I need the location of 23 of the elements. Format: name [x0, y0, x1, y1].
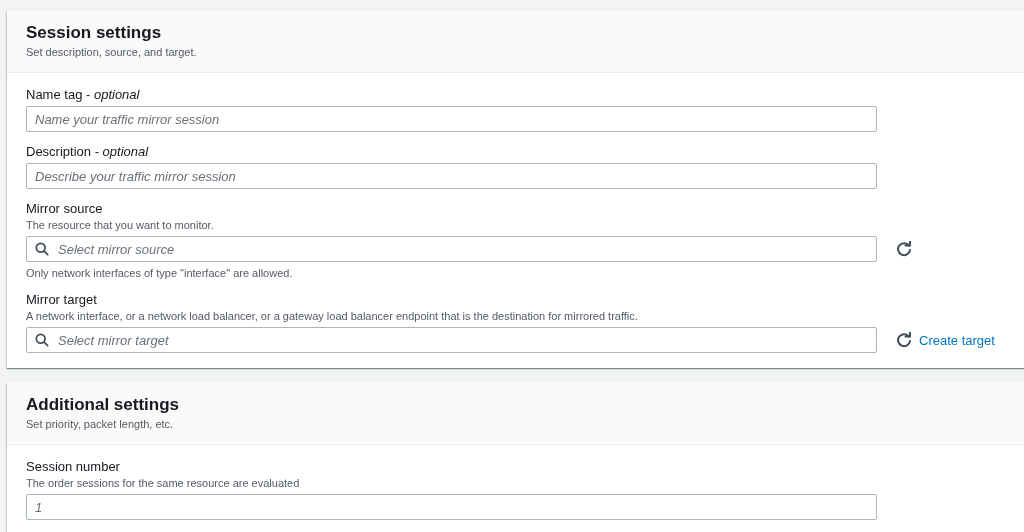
field-label: Description - optional: [26, 143, 150, 161]
search-icon: [35, 242, 49, 256]
field-hint: The resource that you want to monitor.: [26, 218, 215, 232]
input-field[interactable]: Name your traffic mirror session: [26, 106, 877, 132]
field-hint: The order sessions for the same resource are evaluated: [26, 476, 301, 490]
section-title: Additional settings: [26, 394, 180, 416]
field-label: Mirror target: [26, 291, 98, 309]
field-label: Name tag - optional: [26, 86, 141, 104]
field-label: Session number: [26, 458, 121, 476]
input-field[interactable]: 1: [26, 494, 877, 520]
section-description: Set description, source, and target.: [26, 45, 198, 60]
refresh-icon[interactable]: [896, 332, 912, 348]
search-select-field[interactable]: Select mirror target: [26, 327, 877, 353]
search-select-field[interactable]: Select mirror source: [26, 236, 877, 262]
field-hint: A network interface, or a network load balancer, or a gateway load balancer endpoint that is the destination for mirrored traffic.: [26, 309, 639, 323]
input-field[interactable]: Describe your traffic mirror session: [26, 163, 877, 189]
section-title: Session settings: [26, 22, 163, 44]
field-label: Mirror source: [26, 200, 104, 218]
refresh-icon[interactable]: [896, 241, 912, 257]
create-target-link[interactable]: Create target: [919, 332, 995, 348]
search-icon: [35, 333, 49, 347]
field-constraint-text: Only network interfaces of type "interface" are allowed.: [26, 266, 294, 280]
section-description: Set priority, packet length, etc.: [26, 417, 175, 432]
